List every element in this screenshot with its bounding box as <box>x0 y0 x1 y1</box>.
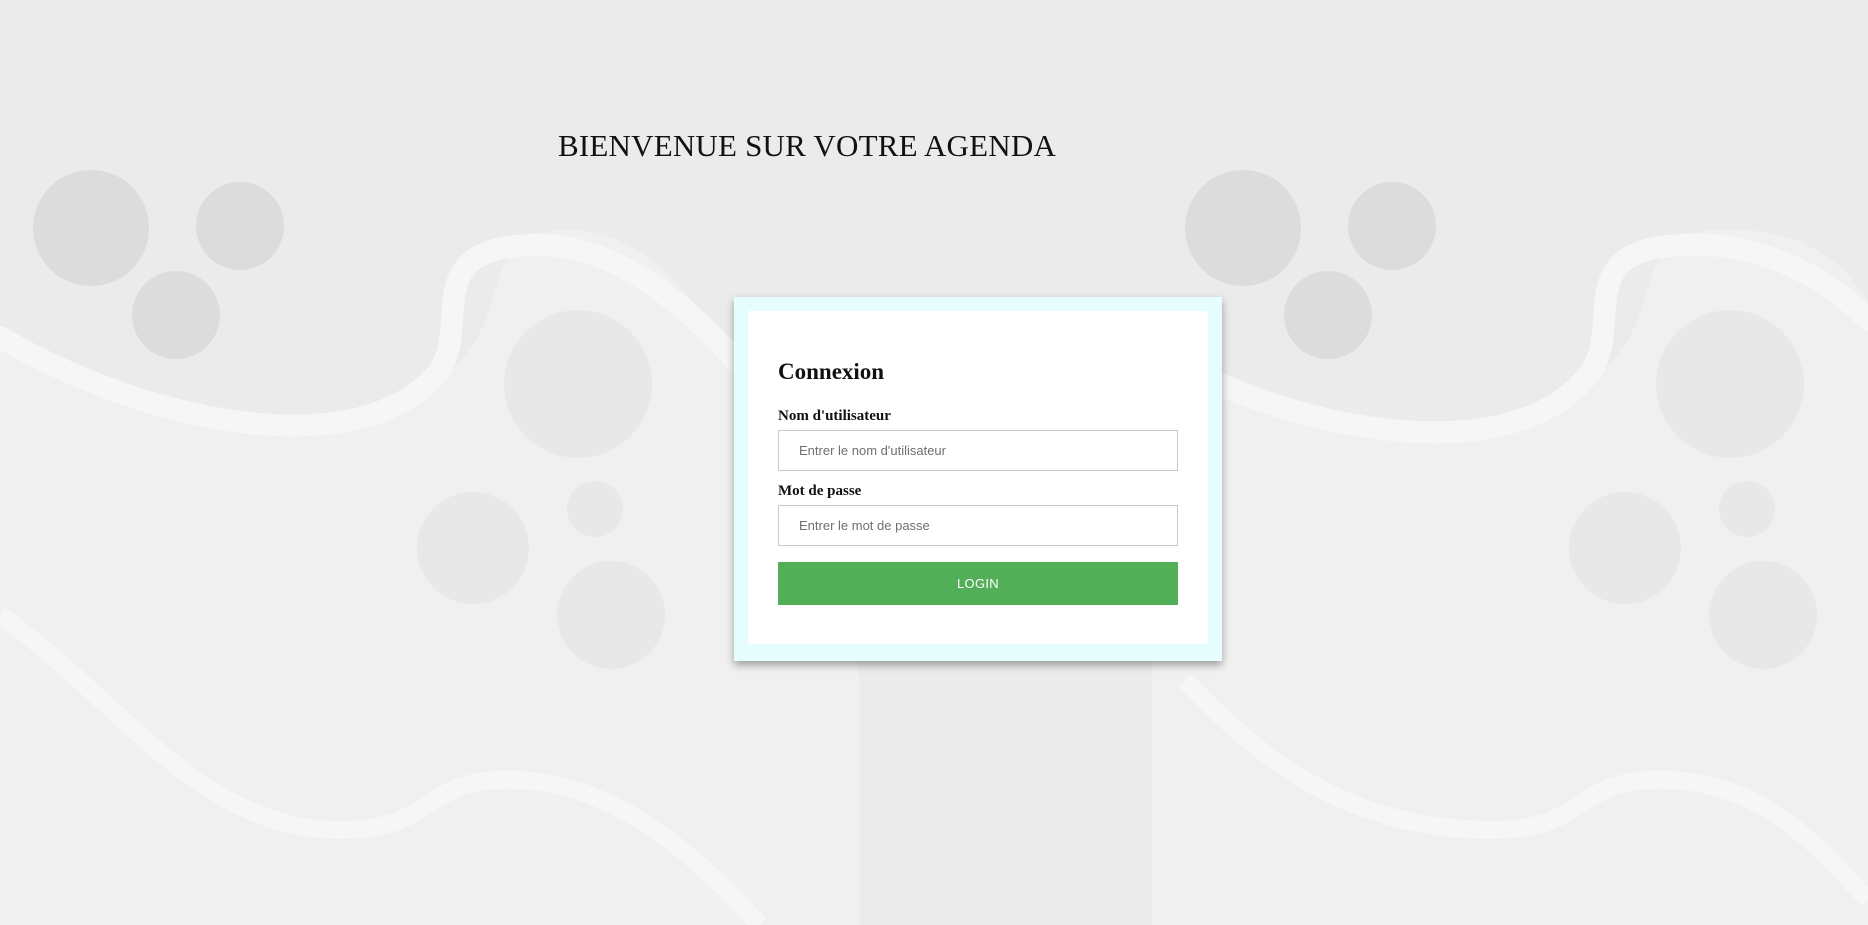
username-input[interactable] <box>778 430 1178 471</box>
password-input[interactable] <box>778 505 1178 546</box>
login-card: Connexion Nom d'utilisateur Mot de passe… <box>734 297 1222 661</box>
login-button[interactable]: LOGIN <box>778 562 1178 605</box>
login-heading: Connexion <box>778 359 885 384</box>
page-title: BIENVENUE SUR VOTRE AGENDA <box>558 128 1057 163</box>
password-label: Mot de passe <box>778 483 862 499</box>
login-form: Connexion Nom d'utilisateur Mot de passe… <box>748 311 1208 644</box>
username-label: Nom d'utilisateur <box>778 408 891 424</box>
